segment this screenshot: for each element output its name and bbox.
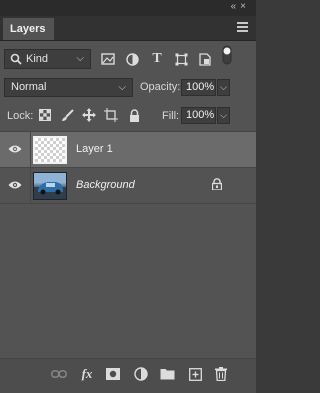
opacity-dropdown-button[interactable]: ⌵ <box>217 79 230 96</box>
layers-list: Layer 1 Background <box>0 131 256 359</box>
layer-thumbnail[interactable] <box>33 136 67 164</box>
panel-tabbar: Layers <box>0 16 256 41</box>
close-icon[interactable]: × <box>240 1 250 12</box>
panel-titlebar: «× <box>0 0 256 16</box>
new-adjustment-layer-icon[interactable] <box>132 365 150 383</box>
new-layer-icon[interactable] <box>186 365 204 383</box>
opacity-field[interactable]: 100% <box>181 79 216 96</box>
layer-name[interactable]: Background <box>76 179 135 191</box>
lock-label: Lock: <box>7 110 34 122</box>
layer-lock-icon[interactable] <box>211 178 223 193</box>
layer-name[interactable]: Layer 1 <box>76 143 113 155</box>
eye-icon[interactable] <box>8 180 22 193</box>
fill-label: Fill: <box>162 110 180 122</box>
layers-bottom-toolbar: fx <box>0 358 256 393</box>
panel-menu-icon[interactable] <box>237 22 248 32</box>
link-layers-icon[interactable] <box>50 365 68 383</box>
filter-smart-objects-icon[interactable] <box>197 51 213 67</box>
fill-dropdown-button[interactable]: ⌵ <box>217 107 230 124</box>
filter-pixel-layers-icon[interactable] <box>100 51 116 67</box>
add-layer-style-icon[interactable]: fx <box>78 365 96 383</box>
chevron-down-icon: ⌵ <box>118 82 126 93</box>
filter-toggle-icon[interactable] <box>220 45 234 65</box>
visibility-toggle[interactable] <box>0 168 31 204</box>
layers-panel: Kind ⌵ T Normal ⌵ Opacity: 100% ⌵ Lock: … <box>0 41 256 392</box>
lock-position-icon[interactable] <box>81 107 97 123</box>
delete-layer-icon[interactable] <box>212 365 230 383</box>
filter-kind-select[interactable]: Kind ⌵ <box>4 49 91 69</box>
lock-image-pixels-icon[interactable] <box>59 107 75 123</box>
fill-field[interactable]: 100% <box>181 107 216 124</box>
lock-transparent-pixels-icon[interactable] <box>37 107 53 123</box>
chevron-down-icon: ⌵ <box>76 53 84 64</box>
eye-icon[interactable] <box>8 144 22 157</box>
layer-row-background[interactable]: Background <box>0 168 256 204</box>
blend-mode-select[interactable]: Normal ⌵ <box>4 78 133 97</box>
lock-artboard-icon[interactable] <box>103 107 119 123</box>
filter-type-layers-icon[interactable]: T <box>149 51 165 67</box>
lock-all-icon[interactable] <box>126 107 142 123</box>
filter-kind-label: Kind <box>26 53 49 65</box>
new-group-folder-icon[interactable] <box>158 365 176 383</box>
layer-row-layer-1[interactable]: Layer 1 <box>0 132 256 168</box>
filter-adjustment-layers-icon[interactable] <box>124 51 140 67</box>
visibility-toggle[interactable] <box>0 132 31 168</box>
layer-thumbnail-photo[interactable] <box>33 172 67 200</box>
add-mask-icon[interactable] <box>104 365 122 383</box>
collapse-icon[interactable]: « <box>231 1 241 12</box>
opacity-label: Opacity: <box>140 81 181 93</box>
filter-shape-layers-icon[interactable] <box>173 51 189 67</box>
search-icon <box>8 51 24 67</box>
tab-layers[interactable]: Layers <box>3 18 54 40</box>
panel-window-controls[interactable]: «× <box>231 1 250 12</box>
blend-mode-value: Normal <box>11 81 47 93</box>
